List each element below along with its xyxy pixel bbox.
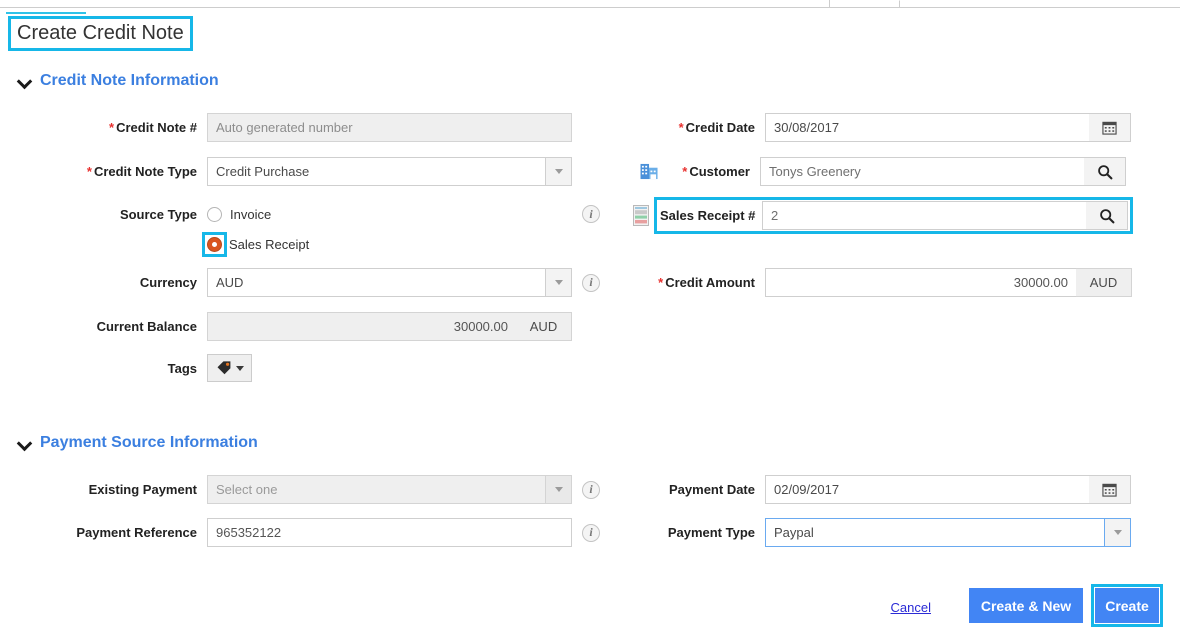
field-row-existing-payment: Existing Payment Select one i	[0, 475, 600, 504]
field-row-payment-date: Payment Date 02/09/2017	[640, 475, 1131, 504]
field-row-credit-date: * Credit Date 30/08/2017	[640, 113, 1131, 142]
label-sales-receipt-number: Sales Receipt #	[660, 208, 756, 223]
calendar-icon	[1102, 483, 1117, 497]
label-currency: Currency	[139, 275, 197, 290]
search-icon	[1097, 164, 1112, 179]
payment-type-value: Paypal	[765, 518, 1104, 547]
customer-search-button[interactable]	[1084, 157, 1126, 186]
sales-receipt-highlight: Sales Receipt # 2	[654, 197, 1133, 234]
sales-receipt-number-input[interactable]: 2	[762, 201, 1086, 230]
info-icon-currency[interactable]: i	[582, 273, 600, 292]
payment-reference-input[interactable]: 965352122	[207, 518, 572, 547]
label-payment-type: Payment Type	[667, 525, 755, 540]
field-row-payment-reference: Payment Reference 965352122 i	[0, 518, 600, 547]
create-credit-note-page: Create Credit Note Credit Note Informati…	[0, 0, 1180, 644]
required-star: *	[86, 164, 92, 179]
field-row-sales-receipt-number: Sales Receipt # 2	[633, 197, 1133, 234]
existing-payment-select[interactable]: Select one	[207, 475, 572, 504]
existing-payment-value: Select one	[207, 475, 545, 504]
label-credit-note-type: * Credit Note Type	[86, 164, 197, 179]
create-and-new-button[interactable]: Create & New	[969, 588, 1083, 623]
credit-date-input[interactable]: 30/08/2017	[765, 113, 1089, 142]
field-row-source-type: Source Type Invoice i	[0, 205, 600, 223]
receipt-icon	[633, 205, 649, 226]
tags-button[interactable]	[207, 354, 252, 382]
page-title-highlight: Create Credit Note	[8, 16, 193, 51]
create-button[interactable]: Create	[1095, 588, 1159, 623]
page-title: Create Credit Note	[17, 22, 184, 44]
customer-input[interactable]: Tonys Greenery	[760, 157, 1084, 186]
form-actions: Cancel Create & New Create	[0, 584, 1180, 632]
field-row-current-balance: Current Balance 30000.00 AUD	[0, 312, 572, 341]
cancel-link[interactable]: Cancel	[891, 600, 931, 615]
required-star: *	[658, 275, 664, 290]
credit-note-type-select[interactable]: Credit Purchase	[207, 157, 572, 186]
field-row-credit-amount: * Credit Amount 30000.00 AUD	[640, 268, 1132, 297]
info-icon-payment-reference[interactable]: i	[582, 523, 600, 542]
label-tags: Tags	[167, 360, 197, 376]
chevron-down-icon[interactable]	[18, 75, 31, 88]
tab-segment-left	[0, 0, 830, 8]
required-star: *	[109, 120, 115, 135]
chevron-down-icon[interactable]	[545, 268, 572, 297]
label-existing-payment: Existing Payment	[88, 482, 197, 497]
calendar-icon-button[interactable]	[1089, 475, 1131, 504]
label-credit-note-number: * Credit Note #	[109, 120, 197, 135]
radio-invoice-icon[interactable]	[207, 206, 222, 222]
field-row-source-type-sales-receipt: Sales Receipt	[0, 232, 309, 257]
search-icon	[1099, 208, 1114, 223]
label-current-balance: Current Balance	[96, 319, 197, 334]
section-title-credit-note-information: Credit Note Information	[40, 72, 219, 89]
section-header-payment-source-information[interactable]: Payment Source Information	[18, 434, 258, 452]
top-tab-strip	[0, 0, 1180, 14]
current-balance-unit: AUD	[516, 312, 572, 341]
radio-sales-receipt-label: Sales Receipt	[229, 237, 310, 252]
payment-date-input[interactable]: 02/09/2017	[765, 475, 1089, 504]
radio-invoice-label: Invoice	[230, 206, 272, 222]
field-row-currency: Currency AUD i	[0, 268, 600, 297]
label-credit-date: * Credit Date	[678, 120, 755, 135]
radio-sales-receipt-highlight	[202, 232, 227, 257]
current-balance-value: 30000.00	[207, 312, 516, 341]
chevron-down-icon[interactable]	[545, 157, 572, 186]
field-row-payment-type: Payment Type Paypal	[640, 518, 1131, 547]
section-title-payment-source-information: Payment Source Information	[40, 434, 258, 451]
required-star: *	[682, 164, 688, 179]
credit-amount-unit: AUD	[1076, 268, 1132, 297]
currency-value: AUD	[207, 268, 545, 297]
credit-amount-input[interactable]: 30000.00	[765, 268, 1076, 297]
field-row-customer: * Customer Tonys Greenery	[640, 157, 1126, 186]
tab-highlight-underline	[6, 12, 86, 14]
radio-sales-receipt-icon[interactable]	[207, 237, 222, 252]
label-payment-date: Payment Date	[669, 482, 755, 497]
radio-option-invoice[interactable]: Invoice	[207, 206, 572, 222]
calendar-icon	[1102, 121, 1117, 135]
label-payment-reference: Payment Reference	[76, 525, 197, 540]
required-star: *	[678, 120, 684, 135]
info-icon-source-type[interactable]: i	[582, 205, 600, 223]
sales-receipt-search-button[interactable]	[1086, 201, 1128, 230]
section-header-credit-note-information[interactable]: Credit Note Information	[18, 72, 219, 90]
label-credit-amount: * Credit Amount	[658, 275, 755, 290]
credit-note-number-input[interactable]: Auto generated number	[207, 113, 572, 142]
label-customer: * Customer	[682, 164, 750, 179]
tag-icon	[217, 361, 230, 375]
payment-type-select[interactable]: Paypal	[765, 518, 1131, 547]
info-icon-existing-payment[interactable]: i	[582, 480, 600, 499]
calendar-icon-button[interactable]	[1089, 113, 1131, 142]
field-row-credit-note-type: * Credit Note Type Credit Purchase	[0, 157, 572, 186]
tab-segment-active	[831, 0, 900, 8]
field-row-tags: Tags	[0, 354, 252, 382]
field-row-credit-note-number: * Credit Note # Auto generated number	[0, 113, 572, 142]
radio-option-sales-receipt[interactable]: Sales Receipt	[202, 232, 309, 257]
chevron-down-icon[interactable]	[18, 437, 31, 450]
label-source-type: Source Type	[119, 206, 197, 222]
currency-select[interactable]: AUD	[207, 268, 572, 297]
chevron-down-icon[interactable]	[545, 475, 572, 504]
building-icon	[640, 163, 658, 180]
chevron-down-icon[interactable]	[1104, 518, 1131, 547]
credit-note-type-value: Credit Purchase	[207, 157, 545, 186]
